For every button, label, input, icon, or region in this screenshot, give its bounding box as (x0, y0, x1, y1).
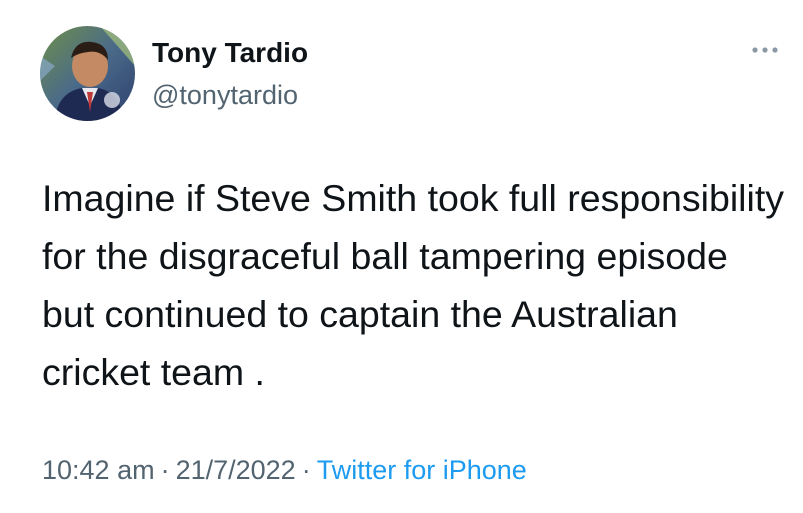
more-horizontal-icon (752, 47, 778, 53)
tweet-date[interactable]: 21/7/2022 (176, 455, 296, 485)
meta-separator: · (160, 455, 170, 485)
author-handle[interactable]: @tonytardio (152, 78, 298, 112)
meta-separator: · (301, 455, 311, 485)
author-name[interactable]: Tony Tardio (152, 36, 308, 70)
tweet-text: Imagine if Steve Smith took full respons… (42, 177, 784, 393)
tweet-time[interactable]: 10:42 am (42, 455, 155, 485)
tweet-metadata: 10:42 am · 21/7/2022 · Twitter for iPhone (42, 452, 527, 488)
more-options-button[interactable] (748, 38, 782, 62)
avatar[interactable] (40, 26, 135, 121)
tweet-source-link[interactable]: Twitter for iPhone (317, 455, 527, 485)
avatar-image (40, 26, 135, 121)
